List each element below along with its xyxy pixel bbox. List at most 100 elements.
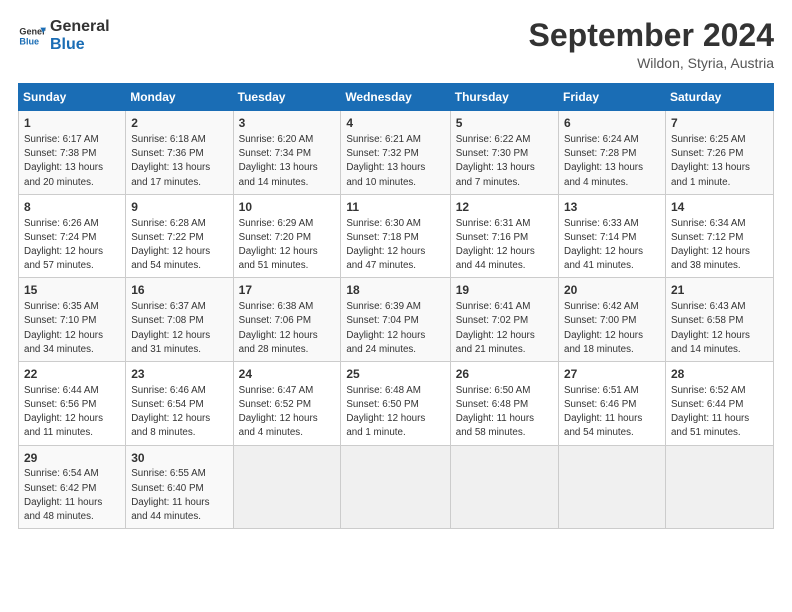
column-header-thursday: Thursday	[450, 84, 558, 111]
calendar-cell	[233, 445, 341, 529]
day-number: 14	[671, 199, 768, 216]
calendar-cell: 21Sunrise: 6:43 AMSunset: 6:58 PMDayligh…	[665, 278, 773, 362]
day-number: 16	[131, 282, 227, 299]
calendar-cell: 5Sunrise: 6:22 AMSunset: 7:30 PMDaylight…	[450, 111, 558, 195]
svg-text:Blue: Blue	[19, 37, 39, 47]
calendar-week-5: 29Sunrise: 6:54 AMSunset: 6:42 PMDayligh…	[19, 445, 774, 529]
day-number: 26	[456, 366, 553, 383]
day-number: 29	[24, 450, 120, 467]
title-block: September 2024 Wildon, Styria, Austria	[529, 18, 774, 71]
day-info: Sunrise: 6:31 AMSunset: 7:16 PMDaylight:…	[456, 217, 553, 274]
calendar-week-2: 8Sunrise: 6:26 AMSunset: 7:24 PMDaylight…	[19, 194, 774, 278]
calendar-cell	[450, 445, 558, 529]
calendar-cell: 25Sunrise: 6:48 AMSunset: 6:50 PMDayligh…	[341, 362, 450, 446]
calendar-cell	[341, 445, 450, 529]
day-info: Sunrise: 6:39 AMSunset: 7:04 PMDaylight:…	[346, 300, 444, 357]
calendar-cell: 12Sunrise: 6:31 AMSunset: 7:16 PMDayligh…	[450, 194, 558, 278]
location: Wildon, Styria, Austria	[529, 55, 774, 71]
day-info: Sunrise: 6:24 AMSunset: 7:28 PMDaylight:…	[564, 133, 660, 190]
day-info: Sunrise: 6:26 AMSunset: 7:24 PMDaylight:…	[24, 217, 120, 274]
calendar-cell: 24Sunrise: 6:47 AMSunset: 6:52 PMDayligh…	[233, 362, 341, 446]
day-info: Sunrise: 6:30 AMSunset: 7:18 PMDaylight:…	[346, 217, 444, 274]
day-number: 20	[564, 282, 660, 299]
day-number: 12	[456, 199, 553, 216]
day-number: 11	[346, 199, 444, 216]
day-number: 18	[346, 282, 444, 299]
day-number: 3	[239, 115, 336, 132]
day-info: Sunrise: 6:41 AMSunset: 7:02 PMDaylight:…	[456, 300, 553, 357]
calendar-cell: 28Sunrise: 6:52 AMSunset: 6:44 PMDayligh…	[665, 362, 773, 446]
logo-line1: General	[50, 18, 110, 36]
calendar-cell: 23Sunrise: 6:46 AMSunset: 6:54 PMDayligh…	[126, 362, 233, 446]
calendar-cell: 19Sunrise: 6:41 AMSunset: 7:02 PMDayligh…	[450, 278, 558, 362]
calendar-cell: 30Sunrise: 6:55 AMSunset: 6:40 PMDayligh…	[126, 445, 233, 529]
calendar-cell	[665, 445, 773, 529]
calendar-cell: 10Sunrise: 6:29 AMSunset: 7:20 PMDayligh…	[233, 194, 341, 278]
day-number: 8	[24, 199, 120, 216]
column-header-sunday: Sunday	[19, 84, 126, 111]
day-info: Sunrise: 6:44 AMSunset: 6:56 PMDaylight:…	[24, 384, 120, 441]
day-number: 19	[456, 282, 553, 299]
page: General Blue General Blue September 2024…	[0, 0, 792, 612]
day-number: 23	[131, 366, 227, 383]
calendar-cell	[559, 445, 666, 529]
day-info: Sunrise: 6:33 AMSunset: 7:14 PMDaylight:…	[564, 217, 660, 274]
day-number: 25	[346, 366, 444, 383]
day-info: Sunrise: 6:37 AMSunset: 7:08 PMDaylight:…	[131, 300, 227, 357]
calendar-cell: 20Sunrise: 6:42 AMSunset: 7:00 PMDayligh…	[559, 278, 666, 362]
day-info: Sunrise: 6:29 AMSunset: 7:20 PMDaylight:…	[239, 217, 336, 274]
day-info: Sunrise: 6:22 AMSunset: 7:30 PMDaylight:…	[456, 133, 553, 190]
day-info: Sunrise: 6:48 AMSunset: 6:50 PMDaylight:…	[346, 384, 444, 441]
calendar-cell: 15Sunrise: 6:35 AMSunset: 7:10 PMDayligh…	[19, 278, 126, 362]
calendar-week-4: 22Sunrise: 6:44 AMSunset: 6:56 PMDayligh…	[19, 362, 774, 446]
day-info: Sunrise: 6:43 AMSunset: 6:58 PMDaylight:…	[671, 300, 768, 357]
day-number: 13	[564, 199, 660, 216]
day-number: 24	[239, 366, 336, 383]
day-number: 7	[671, 115, 768, 132]
calendar-cell: 4Sunrise: 6:21 AMSunset: 7:32 PMDaylight…	[341, 111, 450, 195]
day-number: 4	[346, 115, 444, 132]
day-info: Sunrise: 6:21 AMSunset: 7:32 PMDaylight:…	[346, 133, 444, 190]
calendar-week-3: 15Sunrise: 6:35 AMSunset: 7:10 PMDayligh…	[19, 278, 774, 362]
calendar-cell: 6Sunrise: 6:24 AMSunset: 7:28 PMDaylight…	[559, 111, 666, 195]
column-header-wednesday: Wednesday	[341, 84, 450, 111]
day-info: Sunrise: 6:51 AMSunset: 6:46 PMDaylight:…	[564, 384, 660, 441]
day-info: Sunrise: 6:34 AMSunset: 7:12 PMDaylight:…	[671, 217, 768, 274]
day-number: 30	[131, 450, 227, 467]
day-info: Sunrise: 6:46 AMSunset: 6:54 PMDaylight:…	[131, 384, 227, 441]
column-header-monday: Monday	[126, 84, 233, 111]
month-title: September 2024	[529, 18, 774, 53]
calendar-cell: 11Sunrise: 6:30 AMSunset: 7:18 PMDayligh…	[341, 194, 450, 278]
day-number: 6	[564, 115, 660, 132]
calendar-header-row: SundayMondayTuesdayWednesdayThursdayFrid…	[19, 84, 774, 111]
calendar-cell: 17Sunrise: 6:38 AMSunset: 7:06 PMDayligh…	[233, 278, 341, 362]
day-number: 1	[24, 115, 120, 132]
calendar-cell: 29Sunrise: 6:54 AMSunset: 6:42 PMDayligh…	[19, 445, 126, 529]
calendar-cell: 13Sunrise: 6:33 AMSunset: 7:14 PMDayligh…	[559, 194, 666, 278]
day-info: Sunrise: 6:18 AMSunset: 7:36 PMDaylight:…	[131, 133, 227, 190]
day-info: Sunrise: 6:20 AMSunset: 7:34 PMDaylight:…	[239, 133, 336, 190]
logo-icon: General Blue	[18, 22, 46, 50]
calendar-cell: 7Sunrise: 6:25 AMSunset: 7:26 PMDaylight…	[665, 111, 773, 195]
day-number: 28	[671, 366, 768, 383]
day-info: Sunrise: 6:54 AMSunset: 6:42 PMDaylight:…	[24, 467, 120, 524]
day-number: 21	[671, 282, 768, 299]
day-number: 2	[131, 115, 227, 132]
column-header-tuesday: Tuesday	[233, 84, 341, 111]
day-info: Sunrise: 6:28 AMSunset: 7:22 PMDaylight:…	[131, 217, 227, 274]
calendar-cell: 26Sunrise: 6:50 AMSunset: 6:48 PMDayligh…	[450, 362, 558, 446]
calendar-cell: 2Sunrise: 6:18 AMSunset: 7:36 PMDaylight…	[126, 111, 233, 195]
day-info: Sunrise: 6:47 AMSunset: 6:52 PMDaylight:…	[239, 384, 336, 441]
day-info: Sunrise: 6:50 AMSunset: 6:48 PMDaylight:…	[456, 384, 553, 441]
column-header-friday: Friday	[559, 84, 666, 111]
calendar-cell: 14Sunrise: 6:34 AMSunset: 7:12 PMDayligh…	[665, 194, 773, 278]
column-header-saturday: Saturday	[665, 84, 773, 111]
day-number: 9	[131, 199, 227, 216]
calendar-cell: 8Sunrise: 6:26 AMSunset: 7:24 PMDaylight…	[19, 194, 126, 278]
calendar-cell: 9Sunrise: 6:28 AMSunset: 7:22 PMDaylight…	[126, 194, 233, 278]
day-info: Sunrise: 6:38 AMSunset: 7:06 PMDaylight:…	[239, 300, 336, 357]
calendar-cell: 27Sunrise: 6:51 AMSunset: 6:46 PMDayligh…	[559, 362, 666, 446]
day-number: 10	[239, 199, 336, 216]
day-info: Sunrise: 6:42 AMSunset: 7:00 PMDaylight:…	[564, 300, 660, 357]
day-info: Sunrise: 6:35 AMSunset: 7:10 PMDaylight:…	[24, 300, 120, 357]
